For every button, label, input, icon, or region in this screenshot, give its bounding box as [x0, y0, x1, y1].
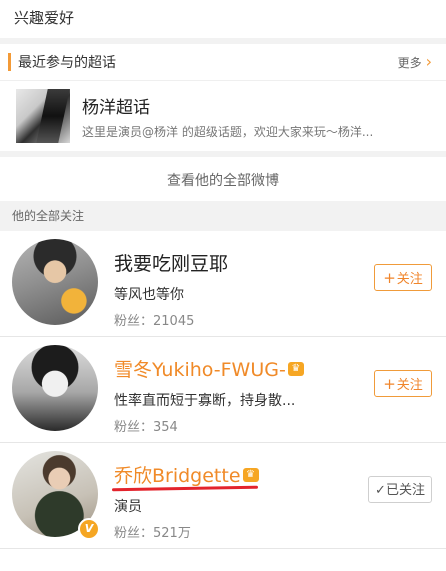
user-name[interactable]: 雪冬Yukiho-FWUG- ♛	[114, 355, 366, 382]
crown-icon: ♛	[242, 467, 259, 482]
profile-page: 兴趣爱好 最近参与的超话 更多 › 杨洋超话 这里是演员@杨洋 的超级话题，欢迎…	[0, 0, 446, 571]
plus-icon: +	[383, 269, 396, 287]
avatar[interactable]	[12, 345, 98, 431]
follow-button[interactable]: +关注	[374, 370, 432, 397]
supertopic-name: 杨洋超话	[82, 97, 150, 118]
view-all-posts-link[interactable]: 查看他的全部微博	[0, 151, 446, 201]
fans-count: 粉丝：354	[114, 420, 178, 435]
supertopic-description: 这里是演员@杨洋 的超级话题，欢迎大家来玩～杨洋...	[82, 124, 374, 139]
fans-count: 粉丝：21045	[114, 314, 195, 329]
fans-count: 粉丝：521万	[114, 526, 191, 541]
hobby-section-title: 兴趣爱好	[0, 0, 446, 38]
supertopic-thumbnail	[16, 89, 70, 143]
more-link[interactable]: 更多	[398, 54, 422, 71]
chevron-right-icon[interactable]: ›	[426, 54, 432, 70]
user-name[interactable]: 乔欣Bridgette ♛	[114, 461, 366, 488]
recent-supertopics-header: 最近参与的超话 更多 ›	[0, 44, 446, 81]
user-description: 等风也等你	[114, 287, 184, 303]
plus-icon: +	[383, 375, 396, 393]
follow-button[interactable]: +关注	[374, 264, 432, 291]
followed-button[interactable]: ✓已关注	[368, 476, 432, 503]
user-row[interactable]: 雪冬Yukiho-FWUG- ♛ 性率直而短于寡断，持身散... 粉丝：354 +…	[0, 337, 446, 443]
recent-supertopics-title: 最近参与的超话	[18, 55, 116, 71]
user-row[interactable]: 我要吃刚豆耶 等风也等你 粉丝：21045 +关注	[0, 231, 446, 337]
user-description: 演员	[114, 499, 142, 515]
accent-bar	[8, 53, 11, 71]
crown-icon: ♛	[287, 361, 304, 376]
supertopic-item[interactable]: 杨洋超话 这里是演员@杨洋 的超级话题，欢迎大家来玩～杨洋...	[0, 81, 446, 151]
check-icon: ✓	[375, 483, 386, 498]
user-name[interactable]: 我要吃刚豆耶	[114, 249, 366, 276]
following-section-label: 他的全部关注	[0, 201, 446, 231]
user-row[interactable]: V 乔欣Bridgette ♛ 演员 粉丝：521万 ✓已关注	[0, 443, 446, 549]
avatar[interactable]	[12, 239, 98, 325]
user-description: 性率直而短于寡断，持身散...	[114, 393, 296, 409]
verified-icon: V	[78, 518, 100, 540]
